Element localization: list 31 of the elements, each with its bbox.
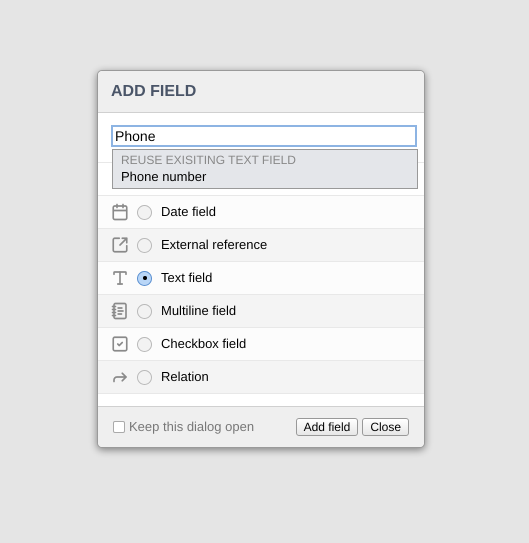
radio-button[interactable] — [137, 238, 152, 252]
option-label: Relation — [161, 368, 209, 386]
field-type-option[interactable]: External reference — [98, 228, 424, 261]
checkbox-icon — [111, 335, 129, 353]
radio-button[interactable] — [137, 204, 152, 220]
keep-open-checkbox[interactable] — [113, 421, 125, 433]
option-label: Checkbox field — [161, 335, 246, 354]
keep-open-label: Keep this dialog open — [129, 418, 254, 436]
radio-button[interactable] — [137, 336, 152, 352]
radio-button[interactable] — [137, 370, 152, 384]
field-type-option[interactable]: Date field — [98, 195, 424, 228]
notebook-icon — [111, 302, 129, 320]
calendar-icon — [111, 203, 129, 221]
radio-button[interactable] — [137, 270, 152, 286]
letter-t-icon — [111, 269, 129, 287]
dialog-title: ADD FIELD — [111, 82, 196, 102]
radio-button[interactable] — [137, 304, 152, 318]
option-label: Text field — [161, 269, 212, 288]
close-button[interactable]: Close — [362, 418, 409, 436]
field-type-option[interactable]: Relation — [98, 360, 424, 393]
field-type-option[interactable]: Checkbox field — [98, 327, 424, 360]
option-label: Date field — [161, 203, 216, 222]
field-type-option[interactable]: Text field — [98, 261, 424, 294]
suggestion-item[interactable]: Phone number — [121, 168, 409, 185]
field-type-option[interactable]: Multiline field — [98, 294, 424, 327]
add-field-button[interactable]: Add field — [296, 418, 358, 436]
suggestion-heading: REUSE EXISITING TEXT FIELD — [121, 153, 297, 168]
option-label: Multiline field — [161, 302, 236, 320]
search-field[interactable]: Phone — [111, 125, 417, 147]
external-link-icon — [111, 236, 129, 254]
option-label: External reference — [161, 236, 268, 254]
